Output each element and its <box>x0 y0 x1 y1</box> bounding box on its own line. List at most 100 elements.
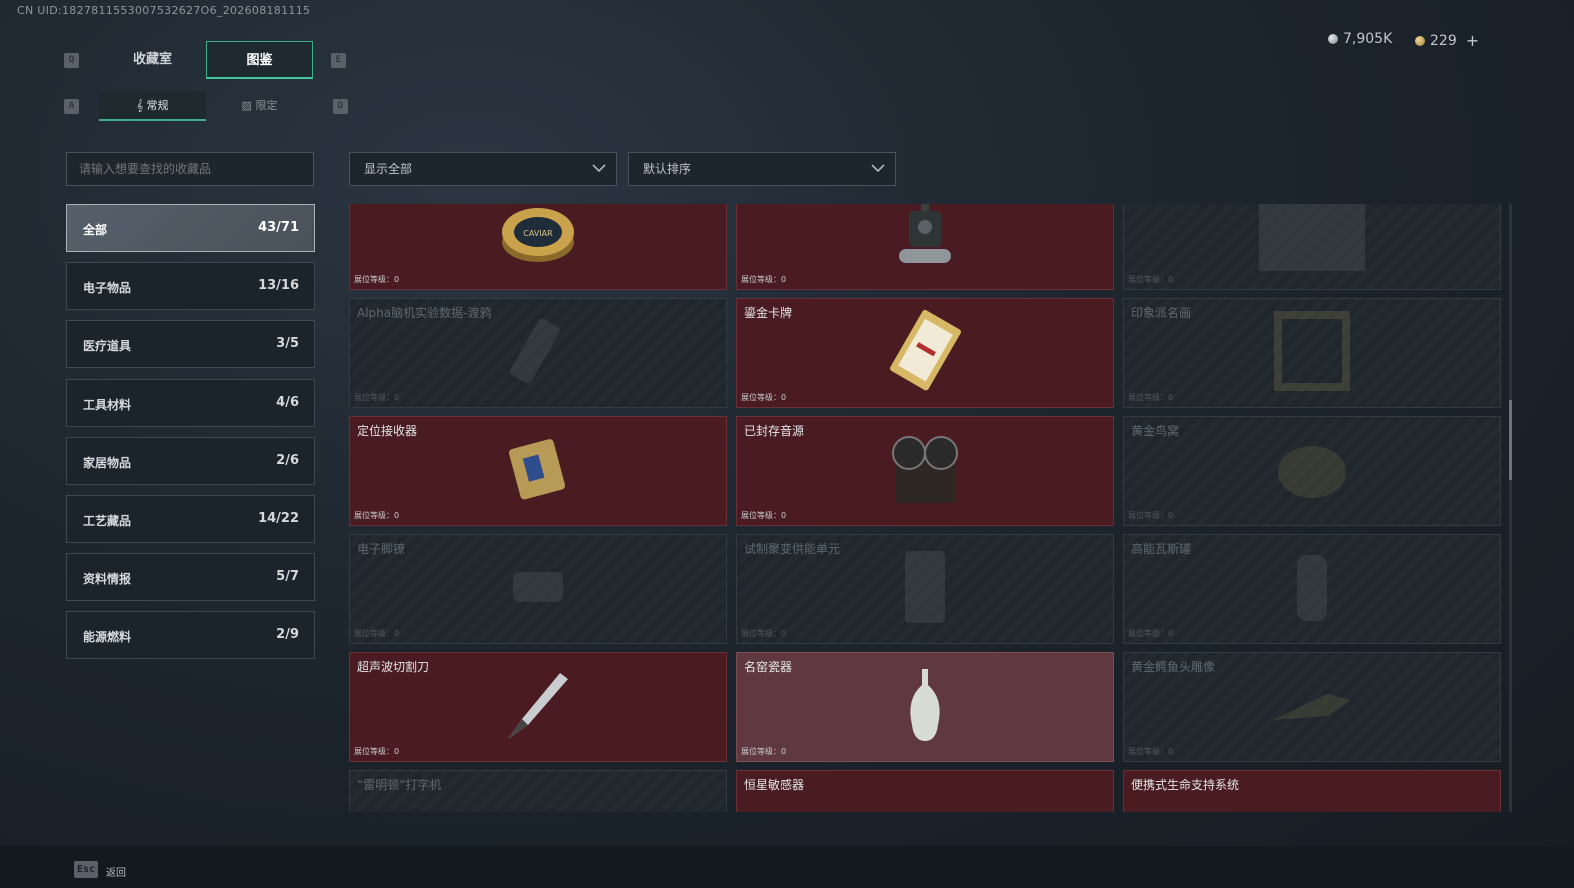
scrollbar[interactable] <box>1509 204 1512 812</box>
category-item[interactable]: 全部 43/71 <box>66 204 315 252</box>
category-item[interactable]: 医疗道具 3/5 <box>66 320 315 369</box>
collection-grid: CAVIAR 展位等级：0 展位等级：0 展位等级：0 Alpha脑机实验数据-渡鸦 展位… <box>349 204 1502 812</box>
card-name: 便携式生命支持系统 <box>1131 778 1240 792</box>
collection-card[interactable]: 便携式生命支持系统展位等级：0 <box>1123 770 1501 812</box>
category-item[interactable]: 电子物品 13/16 <box>66 262 315 311</box>
collection-card[interactable]: “雷明顿”打字机展位等级：0 <box>349 770 727 812</box>
booth-level: 展位等级：0 <box>354 393 400 402</box>
porcelain-vase-icon <box>900 663 950 751</box>
collection-card[interactable]: 高能瓦斯罐展位等级：0 <box>1123 534 1501 644</box>
booth-level: 展位等级：0 <box>741 629 787 638</box>
collection-card[interactable]: 展位等级：0 <box>736 204 1114 290</box>
data-device-icon <box>503 311 573 395</box>
collection-card[interactable]: 印象派名画展位等级：0 <box>1123 298 1501 408</box>
typewriter-icon <box>493 803 583 812</box>
gold-currency: 229 + <box>1415 31 1479 50</box>
svg-text:CAVIAR: CAVIAR <box>523 229 553 238</box>
category-label: 全部 <box>83 223 108 237</box>
booth-level: 展位等级：0 <box>741 393 787 402</box>
gold-card-icon <box>885 309 965 397</box>
chevron-down-icon <box>871 164 885 173</box>
category-item[interactable]: 家居物品 2/6 <box>66 436 315 485</box>
booth-level: 展位等级：0 <box>354 747 400 756</box>
card-name: “雷明顿”打字机 <box>357 778 442 792</box>
collection-card[interactable]: CAVIAR 展位等级：0 <box>349 204 727 290</box>
card-name: 试制聚变供能单元 <box>744 542 841 556</box>
sort-label: 默认排序 <box>643 162 692 176</box>
booth-level: 展位等级：0 <box>741 275 787 284</box>
collection-card[interactable]: 黄金鸟窝展位等级：0 <box>1123 416 1501 526</box>
category-count: 2/9 <box>276 627 299 643</box>
gas-canister-icon <box>1287 545 1337 633</box>
card-name: 定位接收器 <box>357 424 418 438</box>
caviar-tin-icon: CAVIAR <box>500 204 576 272</box>
scrollbar-thumb[interactable] <box>1509 400 1512 480</box>
reel-recorder-icon <box>883 429 967 513</box>
esc-key-hint[interactable]: Esc <box>74 861 98 878</box>
robot-device-icon <box>893 204 957 277</box>
collection-card[interactable]: Alpha脑机实验数据-渡鸦展位等级：0 <box>349 298 727 408</box>
collection-card[interactable]: 试制聚变供能单元展位等级：0 <box>736 534 1114 644</box>
booth-level: 展位等级：0 <box>1128 393 1174 402</box>
sort-dropdown[interactable]: 默认排序 <box>628 152 896 186</box>
collection-card[interactable]: 黄金鳄鱼头雕像 展位等级：0 <box>1123 652 1501 762</box>
collection-card[interactable]: 超声波切割刀展位等级：0 <box>349 652 727 762</box>
booth-level: 展位等级：0 <box>1128 747 1174 756</box>
key-hint-q: Q <box>64 53 79 68</box>
booth-level: 展位等级：0 <box>354 629 400 638</box>
back-label[interactable]: 返回 <box>106 864 126 879</box>
card-name: Alpha脑机实验数据-渡鸦 <box>357 306 492 320</box>
tab-codex[interactable]: 图鉴 <box>206 41 313 79</box>
collection-card[interactable]: 名窑瓷器展位等级：0 <box>736 652 1114 762</box>
card-name: 已封存音源 <box>744 424 805 438</box>
category-item[interactable]: 能源燃料 2/9 <box>66 611 315 660</box>
card-name: 超声波切割刀 <box>357 660 430 674</box>
category-count: 5/7 <box>276 569 299 585</box>
collection-card[interactable]: 展位等级：0 <box>1123 204 1501 290</box>
filter-dropdown[interactable]: 显示全部 <box>349 152 617 186</box>
card-name: 高能瓦斯罐 <box>1131 542 1192 556</box>
category-label: 电子物品 <box>83 281 132 296</box>
image-icon: ▨ <box>241 99 256 112</box>
booth-level: 展位等级：0 <box>741 747 787 756</box>
category-count: 3/5 <box>276 336 299 352</box>
filter-label: 显示全部 <box>364 162 413 176</box>
card-name: 黄金鸟窝 <box>1131 424 1180 438</box>
collection-card[interactable]: 恒星敏感器展位等级：0 <box>736 770 1114 812</box>
category-count: 4/6 <box>276 394 299 410</box>
tab-collection-room[interactable]: 收藏室 <box>99 41 206 79</box>
key-hint-d: D <box>333 99 348 114</box>
category-label: 能源燃料 <box>83 630 132 645</box>
booth-level: 展位等级：0 <box>1128 511 1174 520</box>
category-item[interactable]: 工具材料 4/6 <box>66 378 315 427</box>
category-label: 资料情报 <box>83 572 132 587</box>
add-currency-button[interactable]: + <box>1466 31 1479 50</box>
category-count: 14/22 <box>258 511 299 526</box>
collection-card[interactable]: 已封存音源 展位等级：0 <box>736 416 1114 526</box>
silver-coin-icon <box>1328 34 1338 44</box>
search-input[interactable] <box>66 152 314 186</box>
card-name: 鎏金卡牌 <box>744 306 793 320</box>
collection-card[interactable]: 鎏金卡牌展位等级：0 <box>736 298 1114 408</box>
category-label: 工具材料 <box>83 397 132 412</box>
booth-level: 展位等级：0 <box>1128 629 1174 638</box>
bottom-bar <box>0 846 1574 888</box>
silver-amount: 7,905K <box>1343 31 1393 47</box>
star-sensor-icon <box>900 808 950 812</box>
life-support-icon <box>1275 808 1349 812</box>
ultrasonic-knife-icon <box>496 663 580 751</box>
card-name: 恒星敏感器 <box>744 778 805 792</box>
category-item[interactable]: 资料情报 5/7 <box>66 553 315 602</box>
category-count: 2/6 <box>276 452 299 468</box>
tab-limited[interactable]: ▨ 限定 <box>206 91 313 121</box>
key-hint-a: A <box>64 99 79 114</box>
collection-card[interactable]: 电子脚镣 展位等级：0 <box>349 534 727 644</box>
category-item[interactable]: 工艺藏品 14/22 <box>66 495 315 543</box>
card-name: 印象派名画 <box>1131 306 1192 320</box>
category-count: 13/16 <box>258 278 299 294</box>
tab-regular[interactable]: 𝄞 常规 <box>99 91 206 121</box>
uid-text: CN UID:1827811553007532627O6_20260818111… <box>17 4 311 17</box>
card-name: 名窑瓷器 <box>744 660 793 674</box>
collection-card[interactable]: 定位接收器 展位等级：0 <box>349 416 727 526</box>
gold-coin-icon <box>1415 35 1425 46</box>
